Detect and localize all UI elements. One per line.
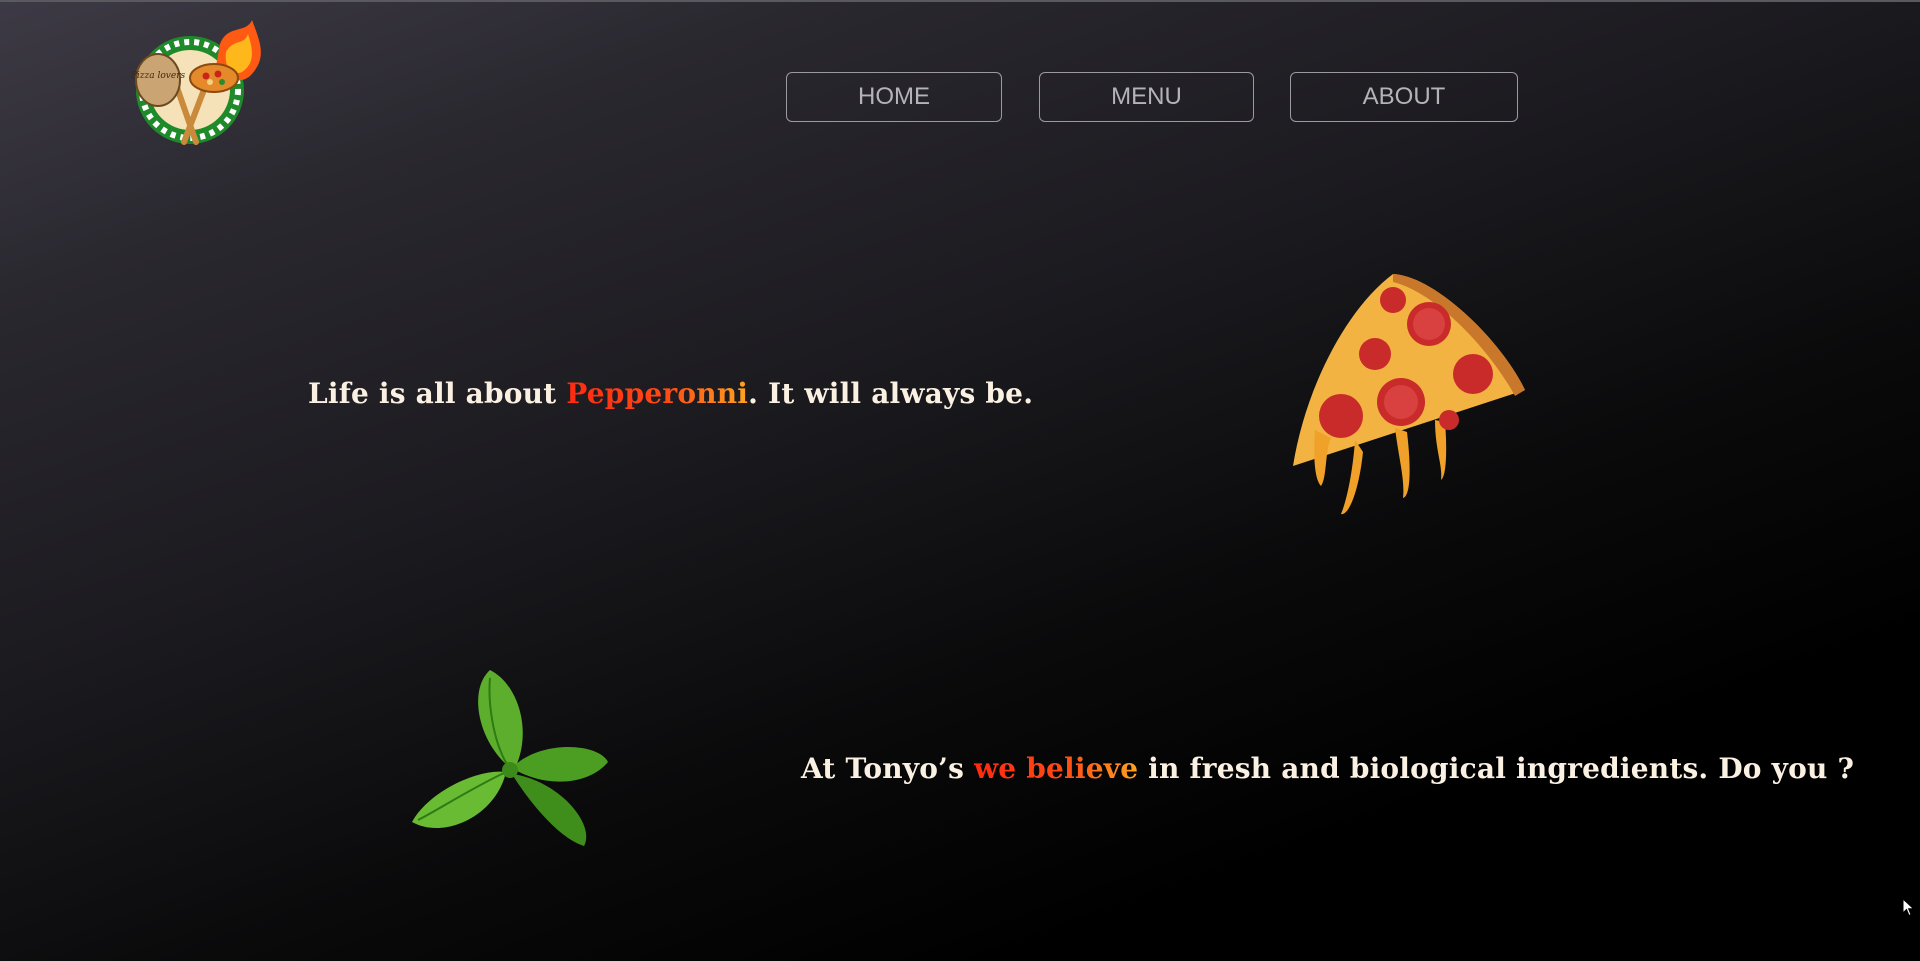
pizza-flame-logo-icon[interactable]: Pizza lovers xyxy=(128,18,268,150)
nav-home-button[interactable]: HOME xyxy=(786,72,1002,122)
logo-text: Pizza lovers xyxy=(130,71,186,81)
pepperoni-pizza-slice-icon xyxy=(1293,274,1525,515)
nav-about-button[interactable]: ABOUT xyxy=(1290,72,1518,122)
ingredients-tagline: At Tonyo’s we believe in fresh and biolo… xyxy=(801,752,1854,785)
tagline-text-start: Life is all about xyxy=(308,377,567,410)
pepperoni-tagline: Life is all about Pepperonni. It will al… xyxy=(308,377,1033,410)
ingredients-accent: we believe xyxy=(973,752,1139,785)
top-border xyxy=(0,0,1920,2)
ingredients-text-end: in fresh and biological ingredients. Do … xyxy=(1138,752,1855,785)
basil-leaves-icon xyxy=(412,670,608,846)
tagline-text-end: . It will always be. xyxy=(748,377,1034,410)
ingredients-text-start: At Tonyo’s xyxy=(801,752,974,785)
mouse-cursor-icon xyxy=(1902,898,1915,917)
nav-menu-button[interactable]: MENU xyxy=(1039,72,1254,122)
tagline-accent: Pepperonni xyxy=(566,377,749,410)
